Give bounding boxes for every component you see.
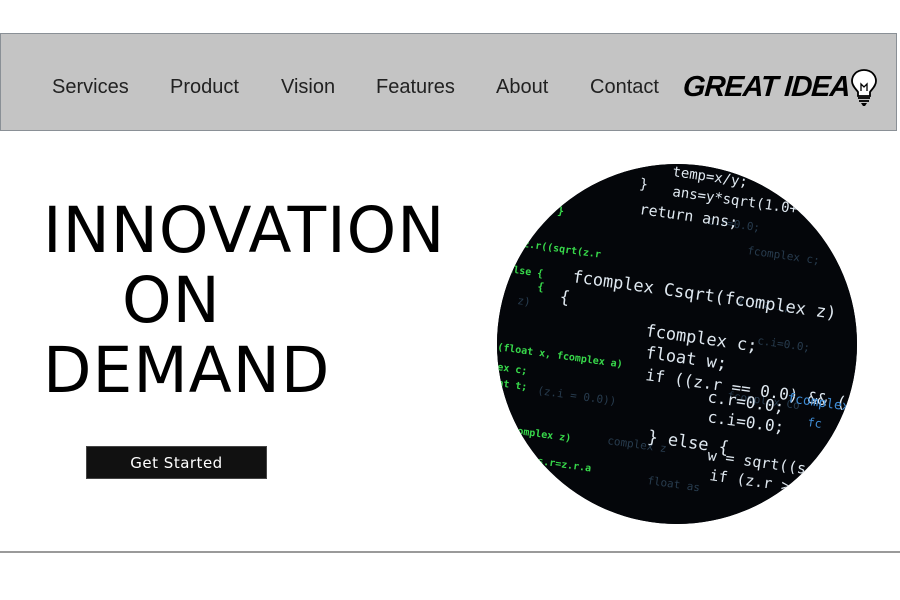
landing-page: Services Product Vision Features About C… — [0, 0, 900, 600]
section-divider — [0, 551, 900, 553]
nav-link-product[interactable]: Product — [170, 76, 239, 99]
code-screen-graphic: c.r=0.0; fcomplex c; z.r/z.i; c.i=0.0; f… — [497, 164, 857, 524]
brand-logo-text: GREAT IDEA — [681, 70, 851, 103]
hero-heading: INNOVATION ON DEMAND — [43, 196, 445, 406]
lightbulb-icon — [850, 69, 877, 106]
nav-link-features[interactable]: Features — [376, 76, 455, 99]
brand-logo[interactable]: GREAT IDEA — [681, 67, 878, 107]
hero-heading-line-1: INNOVATION — [43, 194, 446, 267]
nav-link-services[interactable]: Services — [52, 76, 129, 99]
top-navbar: Services Product Vision Features About C… — [0, 33, 897, 131]
svg-text:z): z) — [517, 294, 532, 309]
nav-link-about[interactable]: About — [496, 76, 548, 99]
svg-text:fc: fc — [807, 415, 823, 431]
nav-link-vision[interactable]: Vision — [281, 76, 335, 99]
get-started-button[interactable]: Get Started — [86, 446, 267, 479]
code-screen-image: c.r=0.0; fcomplex c; z.r/z.i; c.i=0.0; f… — [497, 164, 857, 524]
hero-heading-line-2: ON — [122, 264, 221, 337]
nav-link-contact[interactable]: Contact — [590, 76, 659, 99]
hero-heading-line-3: DEMAND — [43, 334, 331, 407]
